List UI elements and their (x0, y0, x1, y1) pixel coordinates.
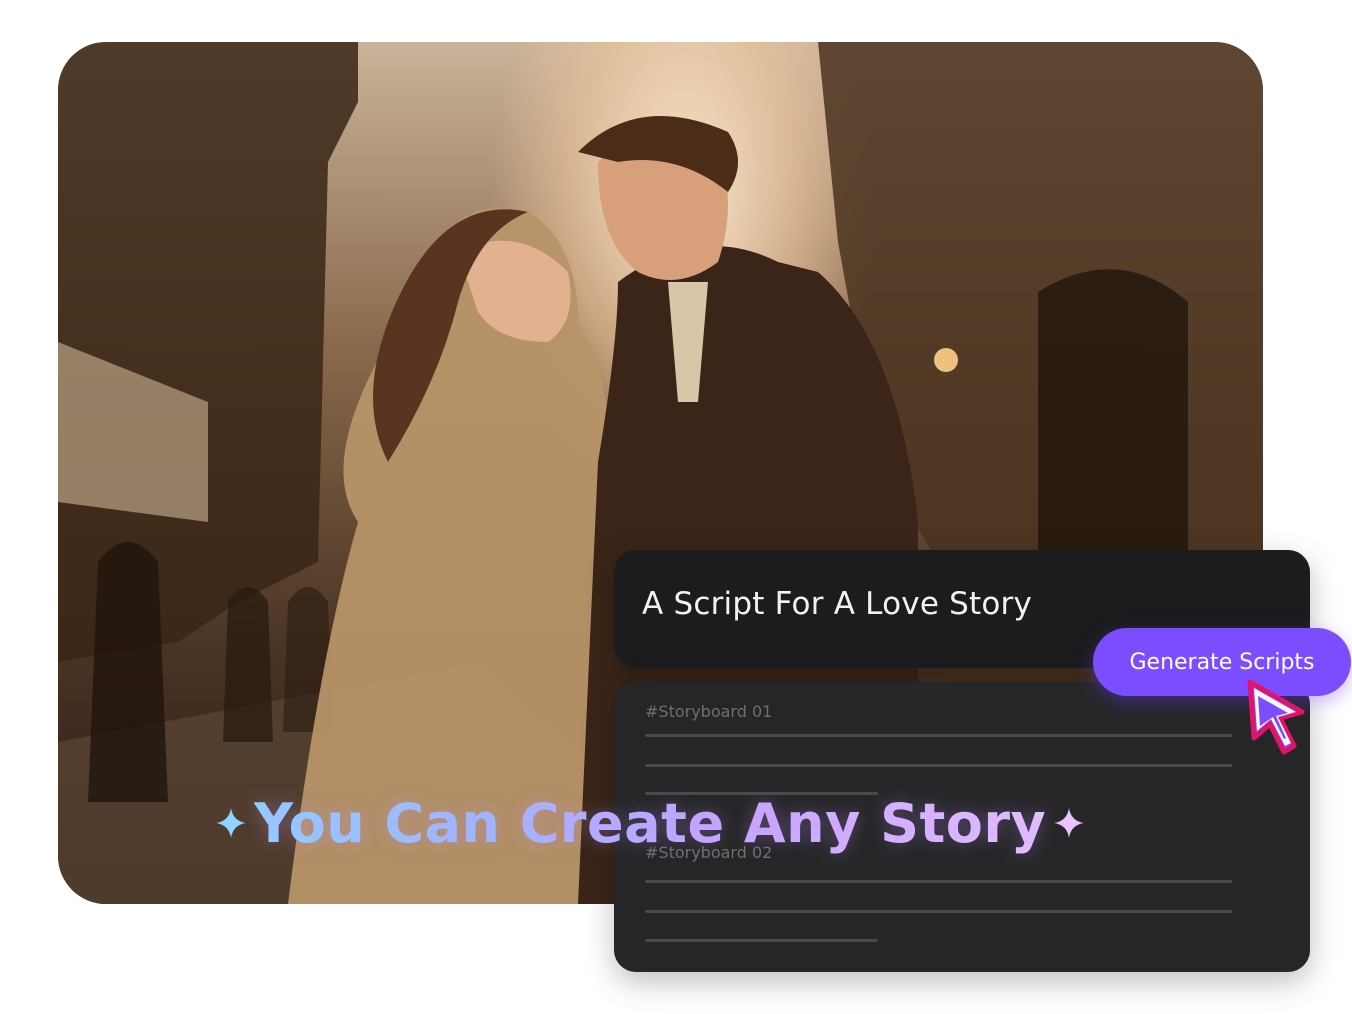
storyboard-01-line-2 (645, 764, 1232, 767)
storyboard-02-line-1 (645, 880, 1232, 883)
stage: A Script For A Love Story #Storyboard 01… (0, 0, 1352, 1014)
generate-scripts-label: Generate Scripts (1129, 649, 1315, 675)
sparkle-icon (1054, 808, 1085, 838)
mouse-pointer-icon (1247, 679, 1305, 755)
sparkle-icon (216, 808, 246, 838)
storyboard-01-label: #Storyboard 01 (645, 702, 773, 721)
headline-text: You Can Create Any Story (254, 791, 1047, 855)
generate-scripts-button[interactable]: Generate Scripts (1093, 628, 1351, 696)
headline: You Can Create Any Story (214, 788, 1086, 858)
storyboard-01-line-1 (645, 734, 1232, 737)
storyboard-02-line-3 (645, 939, 878, 942)
storyboard-02-line-2 (645, 910, 1232, 913)
script-prompt-text: A Script For A Love Story (642, 586, 1033, 622)
